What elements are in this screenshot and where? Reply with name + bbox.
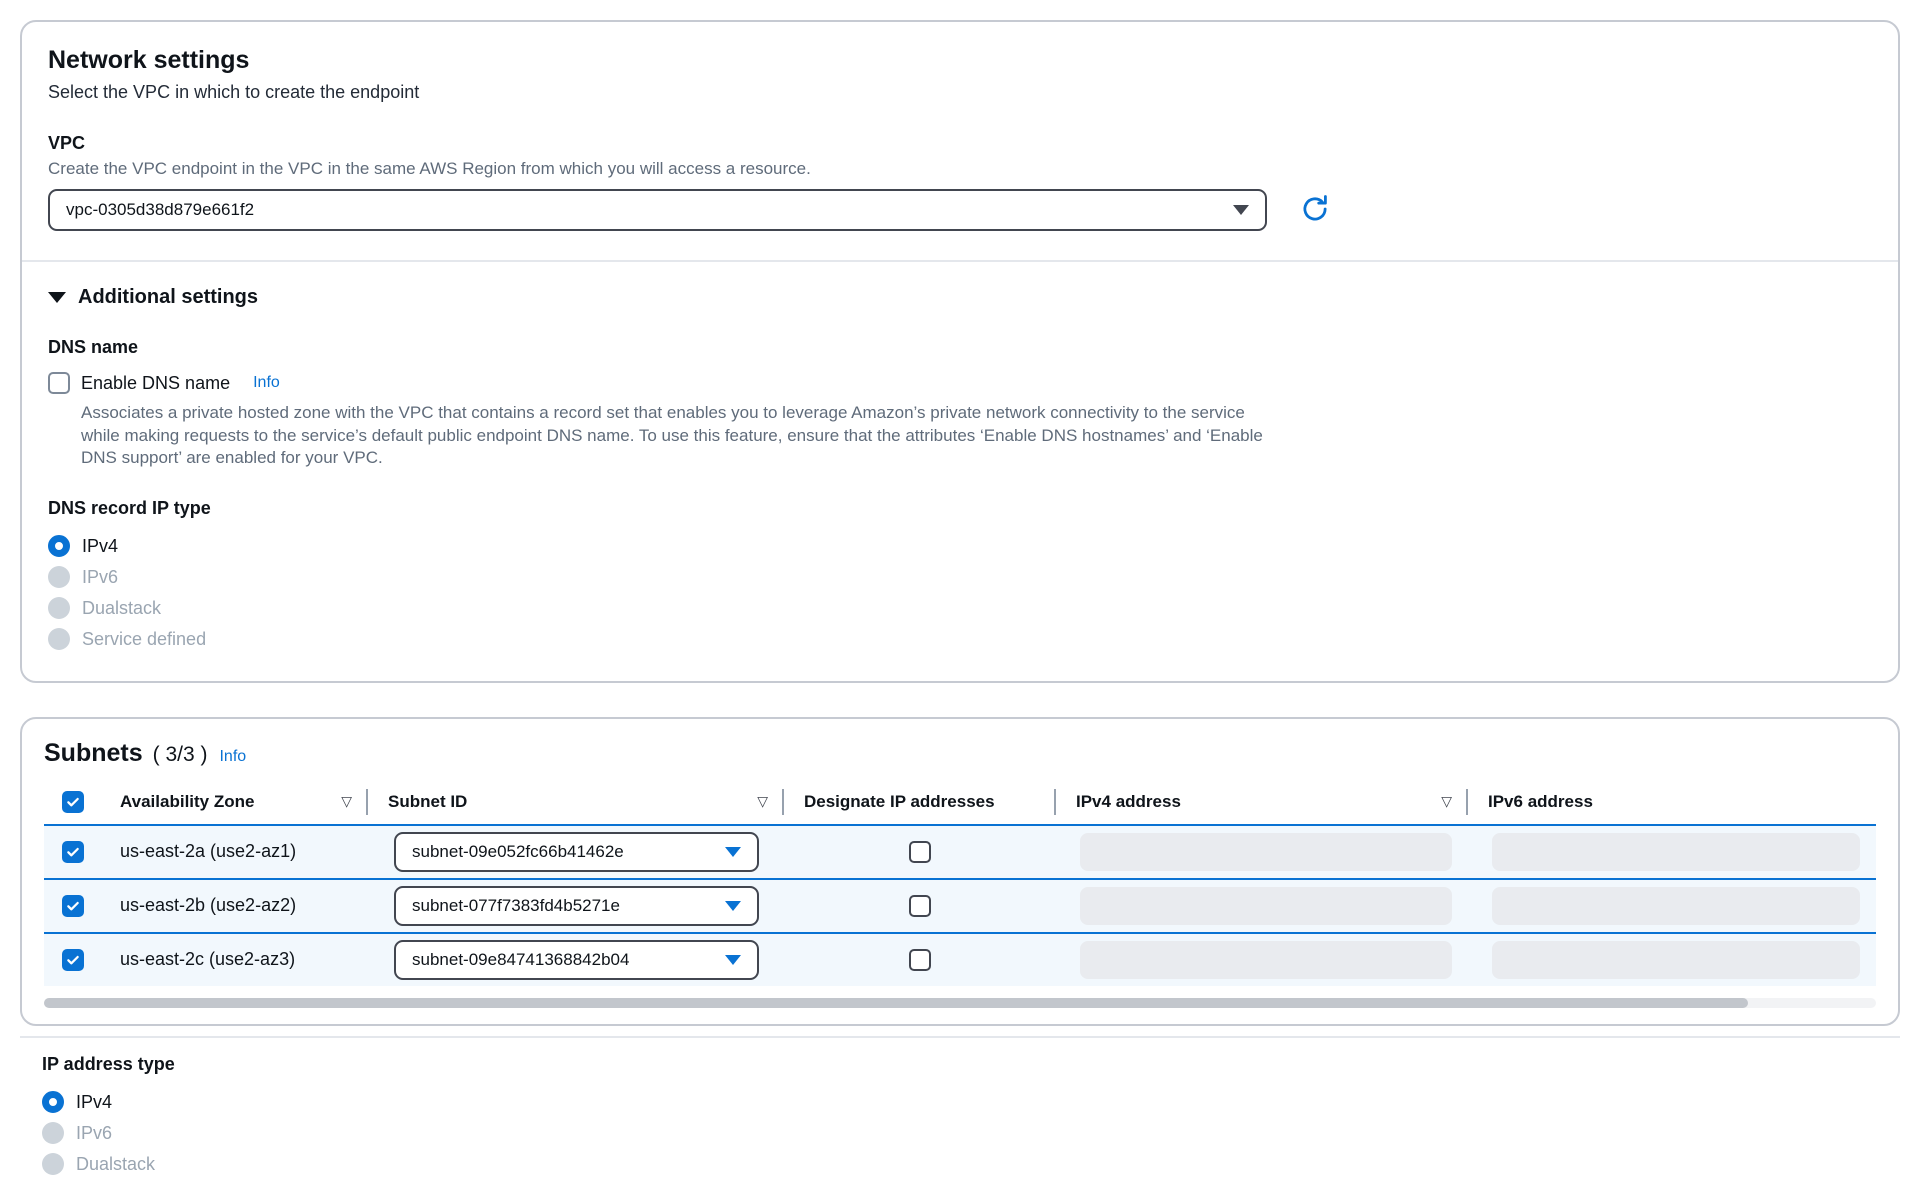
check-icon [65, 794, 81, 810]
column-header-subnet-id[interactable]: Subnet ID ▽ [368, 780, 784, 824]
radio-button-dualstack [42, 1153, 64, 1175]
radio-button-service-defined [48, 628, 70, 650]
ipv4-address-input [1080, 887, 1452, 925]
network-settings-subtitle: Select the VPC in which to create the en… [48, 82, 1872, 103]
table-row-subnet-2: us-east-2b (use2-az2) subnet-077f7383fd4… [44, 878, 1876, 932]
subnets-header: Subnets ( 3/3 ) Info [44, 739, 1876, 768]
scrollbar-thumb[interactable] [44, 998, 1748, 1008]
radio-button-dualstack [48, 597, 70, 619]
vpc-label: VPC [48, 133, 1872, 154]
network-settings-title: Network settings [48, 46, 1872, 75]
subnets-info-link[interactable]: Info [219, 748, 246, 766]
additional-settings-expander[interactable]: Additional settings [48, 286, 1872, 309]
radio-option-ipv4: IPv4 [48, 531, 1872, 562]
vpc-endpoint-settings-page: Network settings Select the VPC in which… [0, 0, 1920, 1180]
network-settings-card: Network settings Select the VPC in which… [20, 20, 1900, 683]
radio-option-service-defined: Service defined [48, 624, 1872, 655]
radio-button-ipv4[interactable] [42, 1091, 64, 1113]
vpc-select-row: vpc-0305d38d879e661f2 [48, 188, 1872, 232]
select-all-checkbox[interactable] [62, 791, 84, 813]
table-row-subnet-3: us-east-2c (use2-az3) subnet-09e84741368… [44, 932, 1876, 986]
subnets-table-header: Availability Zone ▽ Subnet ID ▽ Designat… [44, 780, 1876, 824]
designate-ip-checkbox[interactable] [909, 895, 931, 917]
column-header-ipv6-address: IPv6 address [1468, 780, 1876, 824]
enable-dns-name-checkbox[interactable] [48, 372, 70, 394]
sort-icon[interactable]: ▽ [1441, 793, 1452, 810]
availability-zone-value: us-east-2b (use2-az2) [120, 895, 296, 916]
ip-address-type-label: IP address type [42, 1054, 1920, 1075]
radio-button-ipv4[interactable] [48, 535, 70, 557]
ipv6-address-input [1492, 887, 1860, 925]
check-icon [65, 898, 81, 914]
enable-dns-name-row: Enable DNS name Info [48, 372, 1872, 394]
sort-icon[interactable]: ▽ [757, 793, 768, 810]
radio-option-dualstack: Dualstack [48, 593, 1872, 624]
refresh-button[interactable] [1293, 188, 1337, 232]
enable-dns-name-checkbox-label: Enable DNS name [81, 373, 230, 394]
chevron-down-icon [1233, 205, 1249, 215]
dns-name-info-link[interactable]: Info [253, 374, 280, 392]
radio-button-ipv6 [48, 566, 70, 588]
row-checkbox[interactable] [62, 895, 84, 917]
ip-address-type-group: IPv4 IPv6 Dualstack [42, 1087, 1920, 1180]
chevron-down-icon [725, 955, 741, 965]
subnets-card: Subnets ( 3/3 ) Info Availability Zone ▽ [20, 717, 1900, 1026]
ipv6-address-input [1492, 833, 1860, 871]
radio-option-dualstack: Dualstack [42, 1149, 1920, 1180]
sort-icon[interactable]: ▽ [341, 793, 352, 810]
column-header-availability-zone[interactable]: Availability Zone ▽ [100, 780, 368, 824]
dns-record-ip-type-label: DNS record IP type [48, 498, 1872, 519]
vpc-description: Create the VPC endpoint in the VPC in th… [48, 159, 1872, 179]
designate-ip-checkbox[interactable] [909, 949, 931, 971]
row-checkbox[interactable] [62, 841, 84, 863]
vpc-select[interactable]: vpc-0305d38d879e661f2 [48, 189, 1267, 231]
section-divider [20, 1036, 1900, 1038]
subnets-title: Subnets [44, 739, 143, 768]
column-header-designate-ip: Designate IP addresses [784, 780, 1056, 824]
radio-button-ipv6 [42, 1122, 64, 1144]
radio-option-ipv6: IPv6 [48, 562, 1872, 593]
subnets-count: ( 3/3 ) [153, 743, 208, 767]
dns-name-description: Associates a private hosted zone with th… [81, 402, 1286, 470]
availability-zone-value: us-east-2c (use2-az3) [120, 949, 295, 970]
availability-zone-value: us-east-2a (use2-az1) [120, 841, 296, 862]
chevron-down-icon [725, 847, 741, 857]
ipv6-address-input [1492, 941, 1860, 979]
section-divider [22, 260, 1898, 262]
dns-record-ip-type-group: IPv4 IPv6 Dualstack Service defined [48, 531, 1872, 655]
row-checkbox[interactable] [62, 949, 84, 971]
radio-option-ipv4: IPv4 [42, 1087, 1920, 1118]
chevron-down-icon [48, 292, 66, 303]
subnet-id-select[interactable]: subnet-077f7383fd4b5271e [394, 886, 759, 926]
subnet-id-select[interactable]: subnet-09e84741368842b04 [394, 940, 759, 980]
ipv4-address-input [1080, 833, 1452, 871]
additional-settings-label: Additional settings [78, 286, 258, 309]
horizontal-scrollbar[interactable] [44, 998, 1876, 1008]
subnet-id-select[interactable]: subnet-09e052fc66b41462e [394, 832, 759, 872]
subnets-table: Availability Zone ▽ Subnet ID ▽ Designat… [44, 780, 1876, 1008]
ipv4-address-input [1080, 941, 1452, 979]
check-icon [65, 952, 81, 968]
refresh-icon [1299, 193, 1331, 228]
table-row-subnet-1: us-east-2a (use2-az1) subnet-09e052fc66b… [44, 824, 1876, 878]
vpc-select-value: vpc-0305d38d879e661f2 [66, 200, 254, 220]
column-header-ipv4-address[interactable]: IPv4 address ▽ [1056, 780, 1468, 824]
ip-address-type-section: IP address type IPv4 IPv6 Dualstack [42, 1054, 1920, 1180]
chevron-down-icon [725, 901, 741, 911]
radio-option-ipv6: IPv6 [42, 1118, 1920, 1149]
check-icon [65, 844, 81, 860]
designate-ip-checkbox[interactable] [909, 841, 931, 863]
dns-name-label: DNS name [48, 337, 1872, 358]
